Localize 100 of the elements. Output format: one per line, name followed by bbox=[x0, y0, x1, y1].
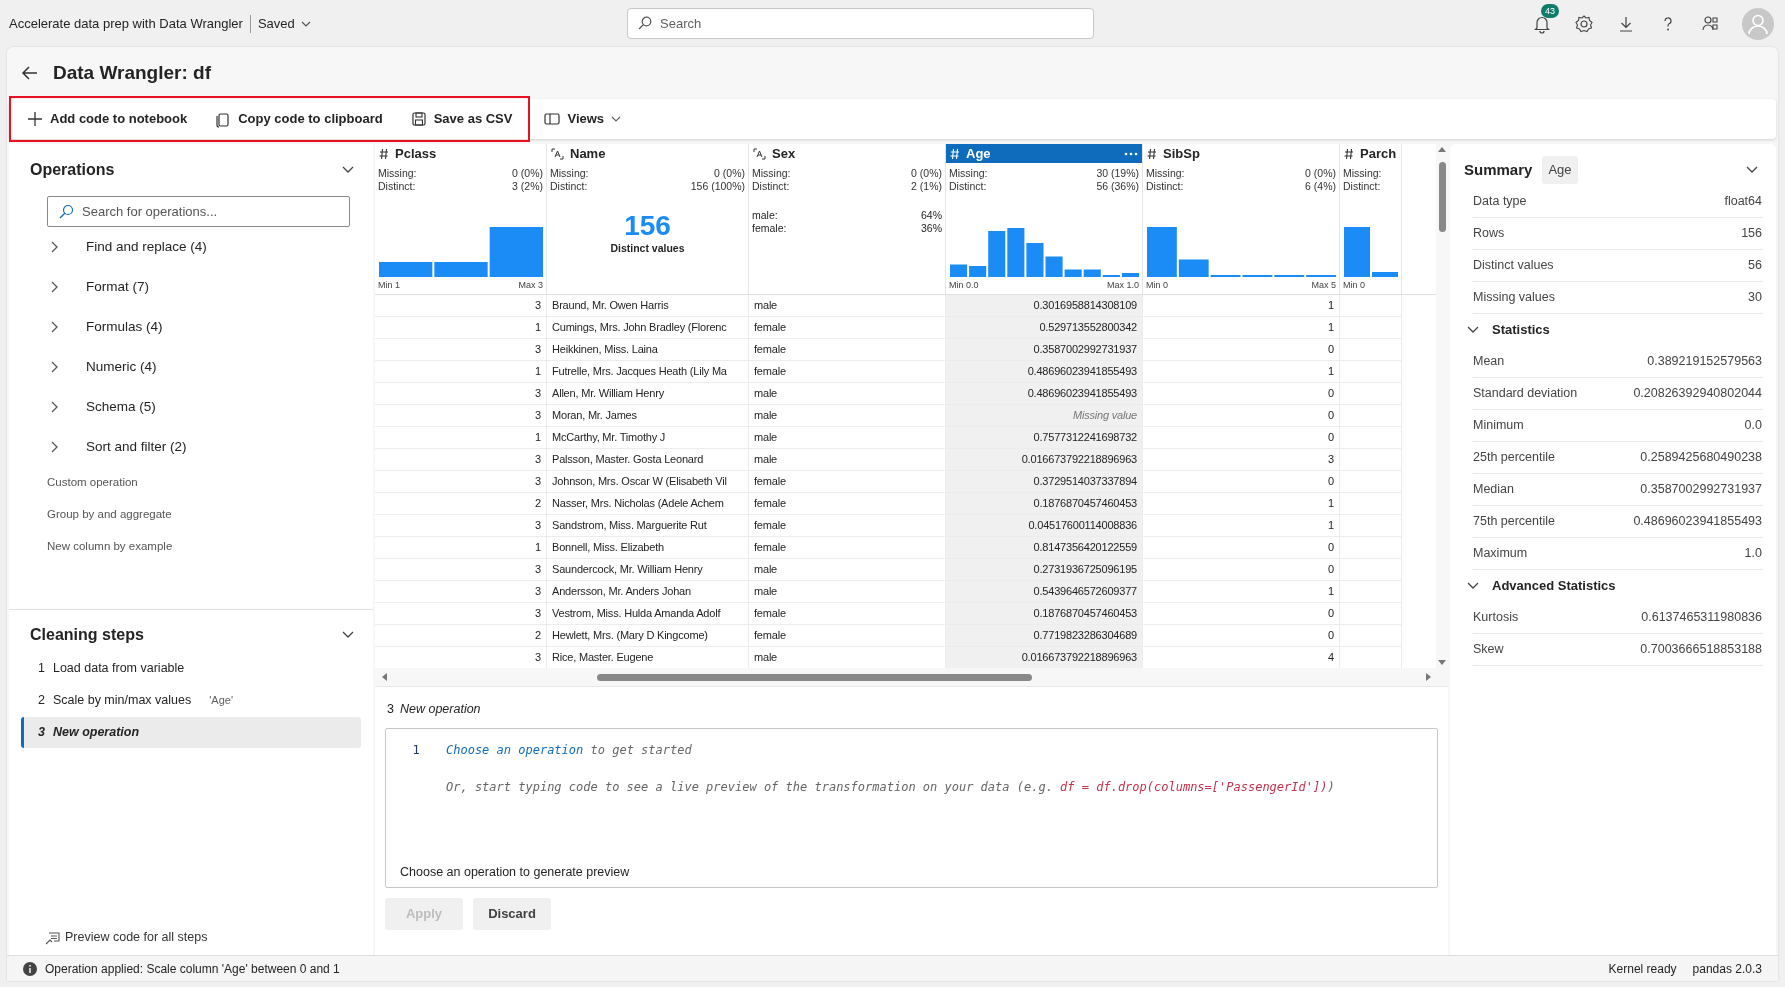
stat-label: Missing: bbox=[949, 167, 988, 180]
table-cell-text: 3 bbox=[535, 298, 541, 314]
min-label: Min 0 bbox=[1146, 278, 1168, 292]
table-cell-text: female bbox=[754, 364, 786, 380]
table-cell-text: 3 bbox=[535, 474, 541, 490]
plus-icon bbox=[27, 110, 43, 128]
summary-value: 0.0 bbox=[1744, 417, 1762, 435]
summary-value: 0.48696023941855493 bbox=[1633, 513, 1762, 531]
section-toggle[interactable]: Statistics bbox=[1464, 314, 1762, 346]
table-cell-text: female bbox=[754, 320, 786, 336]
action-button[interactable]: Discard bbox=[473, 898, 551, 930]
summary-label: Standard deviation bbox=[1473, 385, 1578, 403]
table-cell-text: male bbox=[754, 452, 778, 468]
back-arrow-icon[interactable] bbox=[21, 64, 39, 82]
table-cell-text: 0 bbox=[1328, 474, 1334, 490]
scrollbar-thumb[interactable] bbox=[1438, 162, 1446, 232]
operation-link[interactable]: New column by example bbox=[21, 531, 361, 563]
operation-group[interactable]: Format (7) bbox=[21, 267, 361, 307]
toolbar-button[interactable]: Save as CSV bbox=[400, 104, 523, 134]
scrollbar-thumb[interactable] bbox=[597, 673, 1032, 681]
copy-icon bbox=[215, 110, 232, 128]
table-cell-text: Palsson, Master. Gosta Leonard bbox=[552, 452, 704, 468]
cleaning-step[interactable]: 1 Load data from variable bbox=[21, 652, 361, 684]
operation-group[interactable]: Find and replace (4) bbox=[21, 227, 361, 267]
category-label: male: bbox=[752, 209, 778, 222]
caret-icon bbox=[611, 114, 622, 124]
summary-label: Missing values bbox=[1473, 289, 1555, 307]
operation-group[interactable]: Formulas (4) bbox=[21, 307, 361, 347]
preview-code-link[interactable]: Preview code for all steps bbox=[21, 928, 361, 947]
hash-icon bbox=[1147, 147, 1157, 160]
table-cell-text: 1 bbox=[535, 540, 541, 556]
summary-value: 0.3587002992731937 bbox=[1640, 481, 1762, 499]
table-cell-text: 3 bbox=[535, 408, 541, 424]
table-cell-text: male bbox=[754, 430, 778, 446]
operation-group[interactable]: Numeric (4) bbox=[21, 347, 361, 387]
table-cell-text: Andersson, Mr. Anders Johan bbox=[552, 584, 691, 600]
summary-label: 25th percentile bbox=[1473, 449, 1555, 467]
operations-search-field[interactable]: Search for operations... bbox=[47, 196, 350, 227]
stat-value: 6 (4%) bbox=[1305, 180, 1336, 193]
table-cell-text: female bbox=[754, 606, 786, 622]
stat-value: 0 (0%) bbox=[1305, 167, 1336, 180]
table-cell-text: 0.2731936725096195 bbox=[1033, 562, 1137, 578]
code-editor[interactable]: 1 Choose an operation to get started Or, start typing code to see a live preview of the transformation on your data (e.g. df = df.drop(columns=['PassengerId'])) Choose an operation to generate preview bbox=[385, 728, 1438, 888]
operation-link[interactable]: Group by and aggregate bbox=[21, 499, 361, 531]
stat-value: 156 (100%) bbox=[690, 180, 745, 193]
operation-group[interactable]: Sort and filter (2) bbox=[21, 427, 361, 467]
section-toggle[interactable]: Advanced Statistics bbox=[1464, 570, 1762, 602]
toolbar-button[interactable]: Views bbox=[534, 104, 632, 134]
table-cell-text: male bbox=[754, 562, 778, 578]
stat-value: 2 (1%) bbox=[911, 180, 942, 193]
save-state-dropdown[interactable]: Saved bbox=[257, 13, 311, 34]
missing-value-cell-text: Missing value bbox=[1072, 408, 1137, 424]
stat-value: 56 (36%) bbox=[1096, 180, 1139, 193]
table-cell-text: Hewlett, Mrs. (Mary D Kingcome) bbox=[552, 628, 708, 644]
table-cell-text: male bbox=[754, 298, 778, 314]
stat-value: 0 (0%) bbox=[714, 167, 745, 180]
table-cell-text: 0.1876870457460453 bbox=[1033, 606, 1137, 622]
summary-label: Rows bbox=[1473, 225, 1505, 243]
page-title: Data Wrangler: df bbox=[53, 60, 211, 85]
scroll-right-arrow-icon[interactable] bbox=[1426, 673, 1432, 681]
preview-message: Choose an operation to generate preview bbox=[400, 864, 630, 882]
summary-label: Maximum bbox=[1473, 545, 1528, 563]
step-number: 3 bbox=[387, 700, 394, 718]
table-cell-text: 0 bbox=[1328, 342, 1334, 358]
column-header[interactable]: Age bbox=[946, 144, 1142, 163]
scroll-up-arrow-icon[interactable] bbox=[1438, 146, 1446, 152]
toolbar-button[interactable]: Copy code to clipboard bbox=[205, 104, 393, 134]
cleaning-step[interactable]: 3 New operation bbox=[21, 717, 361, 748]
category-label: female: bbox=[752, 222, 787, 235]
operation-link[interactable]: Custom operation bbox=[21, 467, 361, 499]
text-type-icon bbox=[551, 147, 564, 160]
summary-label: Mean bbox=[1473, 353, 1505, 371]
stat-value: 0 (0%) bbox=[911, 167, 942, 180]
search-icon bbox=[638, 16, 652, 30]
table-cell-text: 0 bbox=[1328, 540, 1334, 556]
table-cell-text: 3 bbox=[535, 606, 541, 622]
more-icon[interactable] bbox=[1124, 151, 1138, 156]
summary-label: Kurtosis bbox=[1473, 609, 1519, 627]
summary-label: 75th percentile bbox=[1473, 513, 1555, 531]
min-label: Min 1 bbox=[378, 278, 400, 292]
scroll-down-arrow-icon[interactable] bbox=[1438, 660, 1446, 666]
scroll-left-arrow-icon[interactable] bbox=[381, 673, 387, 681]
choose-operation-link[interactable]: Choose an operation bbox=[446, 743, 584, 757]
table-cell-text: 2 bbox=[535, 496, 541, 512]
summary-label: Minimum bbox=[1473, 417, 1524, 435]
stat-label: Distinct: bbox=[550, 180, 588, 193]
table-cell-text: 0.1876870457460453 bbox=[1033, 496, 1137, 512]
table-cell-text: 3 bbox=[535, 518, 541, 534]
table-cell-text: 1 bbox=[1328, 364, 1334, 380]
search-field[interactable]: Search bbox=[627, 8, 1094, 39]
settings-icon[interactable] bbox=[1574, 13, 1594, 34]
min-label: Min 0 bbox=[1343, 278, 1365, 292]
vertical-scrollbar[interactable] bbox=[1436, 144, 1448, 668]
cleaning-step[interactable]: 2 Scale by min/max values 'Age' bbox=[21, 684, 361, 716]
summary-value: float64 bbox=[1724, 193, 1762, 211]
operation-group[interactable]: Schema (5) bbox=[21, 387, 361, 427]
toolbar-button[interactable]: Add code to notebook bbox=[17, 104, 198, 134]
horizontal-scrollbar[interactable] bbox=[375, 668, 1448, 686]
table-cell-text: 1 bbox=[1328, 518, 1334, 534]
info-icon bbox=[23, 961, 37, 976]
